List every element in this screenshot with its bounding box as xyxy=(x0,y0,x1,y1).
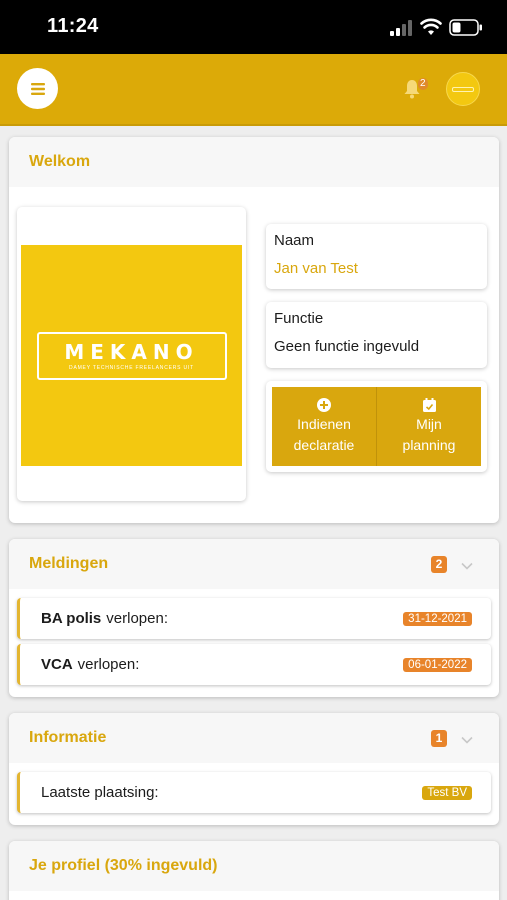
submit-declaration-line2: declaratie xyxy=(293,436,355,453)
avatar-logo-icon xyxy=(452,86,474,92)
notification-item[interactable]: VCA verlopen: 06-01-2022 xyxy=(17,644,491,685)
notification-count-badge: 2 xyxy=(418,78,428,90)
information-count-badge: 1 xyxy=(431,729,447,747)
function-label: Functie xyxy=(274,310,324,327)
notification-item[interactable]: BA polis verlopen: 31-12-2021 xyxy=(17,598,491,639)
chevron-down-icon[interactable] xyxy=(461,736,473,744)
welcome-card: Welkom MEKANO DAMEY TECHNISCHE FREELANCE… xyxy=(9,137,499,523)
information-title: Informatie xyxy=(29,729,107,746)
notification-item-title: VCA xyxy=(41,656,73,673)
notifications-card: Meldingen 2 BA polis verlopen: 31-12-202… xyxy=(9,539,499,697)
welcome-title: Welkom xyxy=(9,137,499,187)
notification-date-badge: 06-01-2022 xyxy=(403,657,472,672)
profile-card: Je profiel (30% ingevuld) xyxy=(9,841,499,900)
status-time: 11:24 xyxy=(47,15,99,37)
notification-date-badge: 31-12-2021 xyxy=(403,611,472,626)
notifications-count-badge: 2 xyxy=(431,555,447,573)
plus-circle-icon xyxy=(317,397,331,412)
submit-declaration-line1: Indienen xyxy=(297,415,351,432)
chevron-down-icon[interactable] xyxy=(461,562,473,570)
notification-item-title: BA polis xyxy=(41,610,102,627)
name-label: Naam xyxy=(274,232,315,249)
my-planning-line1: Mijn xyxy=(416,415,442,432)
app-bar: 2 xyxy=(0,54,507,126)
submit-declaration-button[interactable]: Indienen declaratie xyxy=(272,387,376,466)
avatar[interactable] xyxy=(446,72,480,106)
function-value: Geen functie ingevuld xyxy=(274,338,420,355)
logo-subtitle: DAMEY TECHNISCHE FREELANCERS UIT xyxy=(69,364,194,371)
menu-button[interactable] xyxy=(17,68,58,109)
notifications-header[interactable]: Meldingen 2 xyxy=(9,539,499,589)
cellular-signal-icon xyxy=(390,20,412,36)
information-item[interactable]: Laatste plaatsing: Test BV xyxy=(17,772,491,813)
notification-item-text: verlopen: xyxy=(77,656,140,673)
information-tag-badge: Test BV xyxy=(422,785,472,800)
hamburger-icon xyxy=(30,82,45,95)
information-item-text: Laatste plaatsing: xyxy=(41,784,159,801)
battery-icon xyxy=(449,19,482,36)
calendar-check-icon xyxy=(422,397,436,412)
notifications-title: Meldingen xyxy=(29,555,109,572)
function-box: Functie Geen functie ingevuld xyxy=(266,302,487,368)
company-logo: MEKANO DAMEY TECHNISCHE FREELANCERS UIT xyxy=(21,245,242,466)
notification-item-text: verlopen: xyxy=(106,610,168,627)
my-planning-line2: planning xyxy=(402,436,456,453)
logo-text: MEKANO xyxy=(64,339,199,364)
company-logo-card: MEKANO DAMEY TECHNISCHE FREELANCERS UIT xyxy=(17,207,246,501)
wifi-icon xyxy=(420,18,442,35)
actions-box: Indienen declaratie Mijn planning xyxy=(266,381,487,472)
logo-frame: MEKANO DAMEY TECHNISCHE FREELANCERS UIT xyxy=(36,331,227,380)
status-bar: 11:24 xyxy=(0,0,507,54)
name-value: Jan van Test xyxy=(274,260,358,277)
my-planning-button[interactable]: Mijn planning xyxy=(376,387,481,466)
information-header[interactable]: Informatie 1 xyxy=(9,713,499,763)
information-card: Informatie 1 Laatste plaatsing: Test BV xyxy=(9,713,499,825)
profile-title[interactable]: Je profiel (30% ingevuld) xyxy=(9,841,499,891)
name-box: Naam Jan van Test xyxy=(266,224,487,289)
